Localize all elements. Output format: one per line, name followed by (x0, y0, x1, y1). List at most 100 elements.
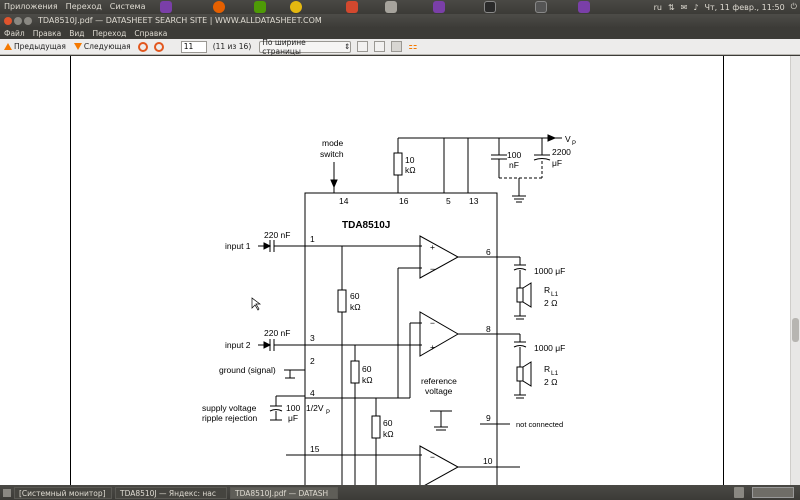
r60c-unit: kΩ (383, 429, 394, 439)
rl2-sub: L1 (551, 370, 559, 377)
search-icon[interactable] (346, 1, 358, 13)
amp3-minus: − (430, 452, 435, 462)
prev-page-button[interactable]: Предыдущая (0, 40, 70, 54)
c2200-unit: μF (552, 158, 562, 168)
firefox-icon[interactable] (213, 1, 225, 13)
workspace-switcher[interactable] (752, 487, 794, 498)
c2200-value: 2200 (552, 147, 571, 157)
pin-16: 16 (399, 196, 409, 206)
continuous-icon[interactable]: ⚏ (408, 41, 419, 52)
launcher-violet-icon[interactable] (578, 1, 590, 13)
arrow-down-icon (73, 43, 82, 50)
menu-places[interactable]: Переход (62, 0, 106, 14)
keyboard-layout[interactable]: ru (651, 3, 665, 12)
window-titlebar[interactable]: TDA8510J.pdf — DATASHEET SEARCH SITE | W… (0, 14, 800, 27)
resistor-60k-c (371, 415, 381, 439)
pin-9: 9 (486, 413, 491, 423)
toolbar: Предыдущая Следующая (11 из 16) По ширин… (0, 37, 800, 56)
system-tray: ru ⇅ ✉ ♪ Чт, 11 февр., 11:50 ⏻ (651, 0, 800, 14)
mode-switch-label-2: switch (320, 149, 344, 159)
input1-label: input 1 (225, 241, 251, 251)
pin-8: 8 (486, 324, 491, 334)
volume-icon[interactable]: ♪ (690, 3, 701, 12)
rl1-value: 2 Ω (544, 298, 557, 308)
amp2-plus: + (430, 342, 435, 352)
minimize-icon[interactable] (14, 16, 22, 25)
pin-14: 14 (339, 196, 349, 206)
csupply-unit: μF (288, 413, 298, 423)
chip-name: TDA8510J (342, 220, 390, 231)
zoom-out-icon[interactable] (357, 41, 369, 52)
trash-icon[interactable] (734, 487, 744, 498)
c100-value: 100 (507, 150, 521, 160)
launcher-green-icon[interactable] (254, 1, 266, 13)
zoom-select[interactable]: По ширине страницы ⇕ (259, 37, 352, 56)
task-yandex-browser[interactable]: TDA8510J — Яндекс: нас (115, 486, 227, 499)
terminal-icon[interactable] (484, 1, 496, 13)
chevron-down-icon: ⇕ (343, 42, 351, 51)
page-number-input[interactable] (180, 40, 207, 53)
amplifier-3 (419, 445, 460, 485)
pin-6: 6 (486, 247, 491, 257)
power-icon[interactable]: ⏻ (788, 2, 800, 12)
half-vp-sub: P (326, 410, 330, 416)
prev-page-label: Предыдущая (14, 42, 66, 51)
pin-3: 3 (310, 333, 315, 343)
fit-page-icon[interactable] (391, 41, 403, 52)
mode-arrow-icon (330, 179, 338, 189)
launcher-files-icon[interactable] (385, 1, 397, 13)
r60a-unit: kΩ (350, 302, 361, 312)
launcher-purple-icon[interactable] (433, 1, 445, 13)
menu-file[interactable]: Файл (0, 29, 29, 38)
amp1-plus: + (430, 242, 435, 252)
rotate-right-icon[interactable] (153, 41, 164, 52)
clock[interactable]: Чт, 11 февр., 11:50 (701, 3, 787, 12)
menu-view[interactable]: Вид (65, 29, 88, 38)
launcher-app-icon[interactable] (160, 1, 172, 13)
menu-help[interactable]: Справка (130, 29, 171, 38)
ref-voltage-2: voltage (425, 386, 453, 396)
mail-icon[interactable]: ✉ (678, 3, 691, 12)
not-connected-label: not connected (516, 420, 563, 429)
half-vp: 1/2V (306, 403, 324, 413)
r60b-unit: kΩ (362, 375, 373, 385)
document-view[interactable]: V P mode switch 10 kΩ 100 nF 2200 μF 14 … (0, 56, 800, 485)
vp-arrow-icon (547, 134, 557, 142)
rl2-r: R (544, 364, 550, 374)
monitor-icon[interactable] (535, 1, 547, 13)
rl2-value: 2 Ω (544, 377, 557, 387)
amp2-minus: − (430, 318, 435, 328)
task-system-monitor[interactable]: [Системный монитор] (14, 486, 112, 499)
r-top-unit: kΩ (405, 165, 416, 175)
supply-label-1: supply voltage (202, 403, 257, 413)
rl1-sub: L1 (551, 291, 559, 298)
zoom-value: По ширине страницы (262, 37, 306, 56)
vp-label: V (565, 134, 571, 144)
vertical-scrollbar[interactable] (790, 56, 800, 485)
c100-unit: nF (509, 160, 519, 170)
menu-go[interactable]: Переход (89, 29, 131, 38)
arrow-up-icon (4, 43, 12, 50)
menu-system[interactable]: Система (106, 0, 150, 14)
schematic-diagram: V P mode switch 10 kΩ 100 nF 2200 μF 14 … (202, 134, 576, 485)
next-page-label: Следующая (83, 42, 131, 51)
zoom-in-icon[interactable] (374, 41, 386, 52)
rotate-left-icon[interactable] (137, 41, 148, 52)
close-icon[interactable] (4, 16, 12, 25)
network-icon[interactable]: ⇅ (665, 3, 678, 12)
pin-5: 5 (446, 196, 451, 206)
maximize-icon[interactable] (24, 16, 32, 25)
scrollbar-thumb[interactable] (792, 318, 799, 342)
next-page-button[interactable]: Следующая (70, 40, 135, 54)
menu-edit[interactable]: Правка (29, 29, 66, 38)
show-desktop-icon[interactable] (3, 488, 11, 497)
launcher-yellow-icon[interactable] (290, 1, 302, 13)
page-count: (11 из 16) (212, 42, 252, 51)
cout1-label: 1000 μF (534, 266, 565, 276)
csupply-value: 100 (286, 403, 300, 413)
ref-voltage-1: reference (421, 376, 457, 386)
menu-applications[interactable]: Приложения (0, 0, 62, 14)
r60b-value: 60 (362, 364, 372, 374)
task-pdf-viewer[interactable]: TDA8510J.pdf — DATASH (230, 486, 338, 499)
resistor-10k (393, 152, 403, 176)
